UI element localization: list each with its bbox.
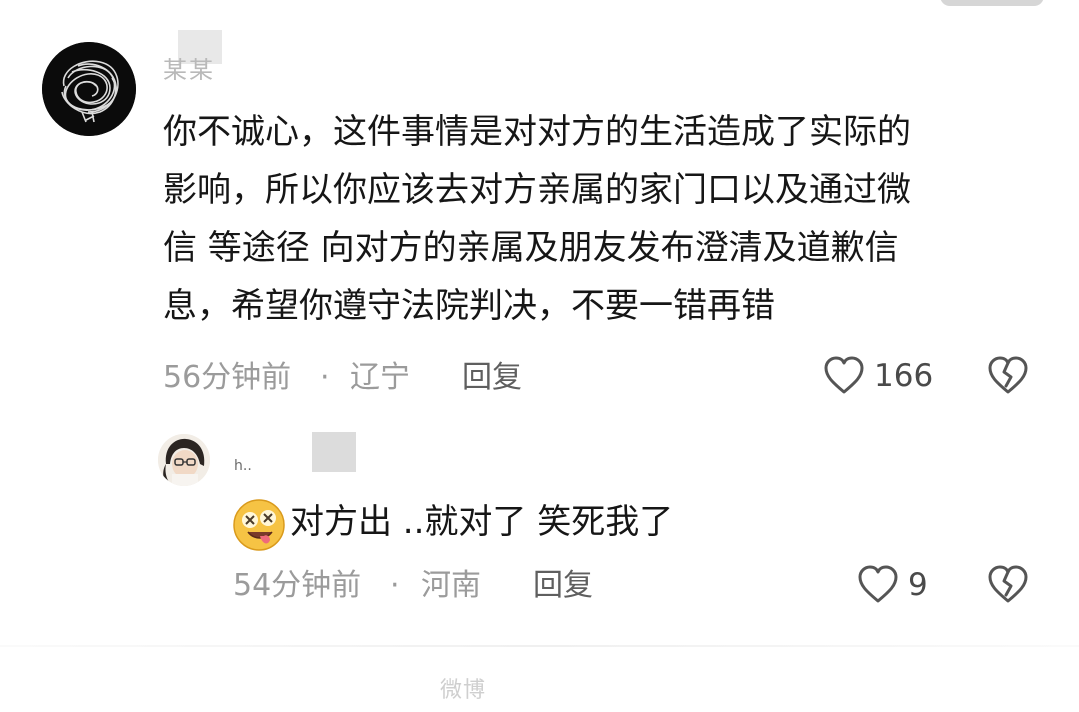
drooling-emoji-icon (233, 499, 285, 551)
comment-dislike-button[interactable] (986, 356, 1030, 400)
reply-reply-button[interactable]: 回复 (533, 568, 593, 604)
commenter-avatar[interactable] (42, 42, 136, 136)
next-item-edge (0, 645, 1079, 647)
top-status-pill (940, 0, 1044, 6)
comment-reply-button[interactable]: 回复 (462, 360, 522, 396)
comment-location: 辽宁 (350, 360, 410, 395)
heart-outline-icon (858, 565, 898, 603)
reply-avatar[interactable] (158, 434, 210, 486)
comment-time: 56分钟前 (163, 360, 292, 395)
girl-portrait-avatar (158, 434, 210, 486)
dislike-broken-heart-icon (988, 356, 1028, 394)
comment-text: 你不诚心，这件事情是对对方的生活造成了实际的 影响，所以你应该去对方亲属的家门口… (163, 112, 911, 326)
reply-username-redaction (312, 432, 356, 472)
comment-like-count: 166 (874, 358, 934, 394)
drooling-emoji (232, 498, 286, 552)
reply-time: 54分钟前 (233, 568, 362, 603)
reply-dislike-button[interactable] (986, 565, 1030, 609)
reply-meta-separator: · (390, 568, 400, 603)
scribble-avatar-icon (42, 42, 136, 136)
reply-text: 对方出 ..就对了 笑死我了 (290, 502, 674, 542)
dislike-broken-heart-icon (988, 565, 1028, 603)
reply-location: 河南 (421, 568, 481, 603)
watermark: 微博 (440, 678, 487, 703)
reply-username[interactable]: h.. (234, 458, 252, 474)
reply-like-button[interactable]: 9 (856, 565, 928, 605)
commenter-username[interactable]: 某某 (163, 58, 215, 80)
meta-separator: · (320, 360, 330, 395)
heart-outline-icon (824, 356, 864, 394)
comment-like-button[interactable]: 166 (822, 356, 933, 396)
reply-like-count: 9 (908, 567, 928, 603)
